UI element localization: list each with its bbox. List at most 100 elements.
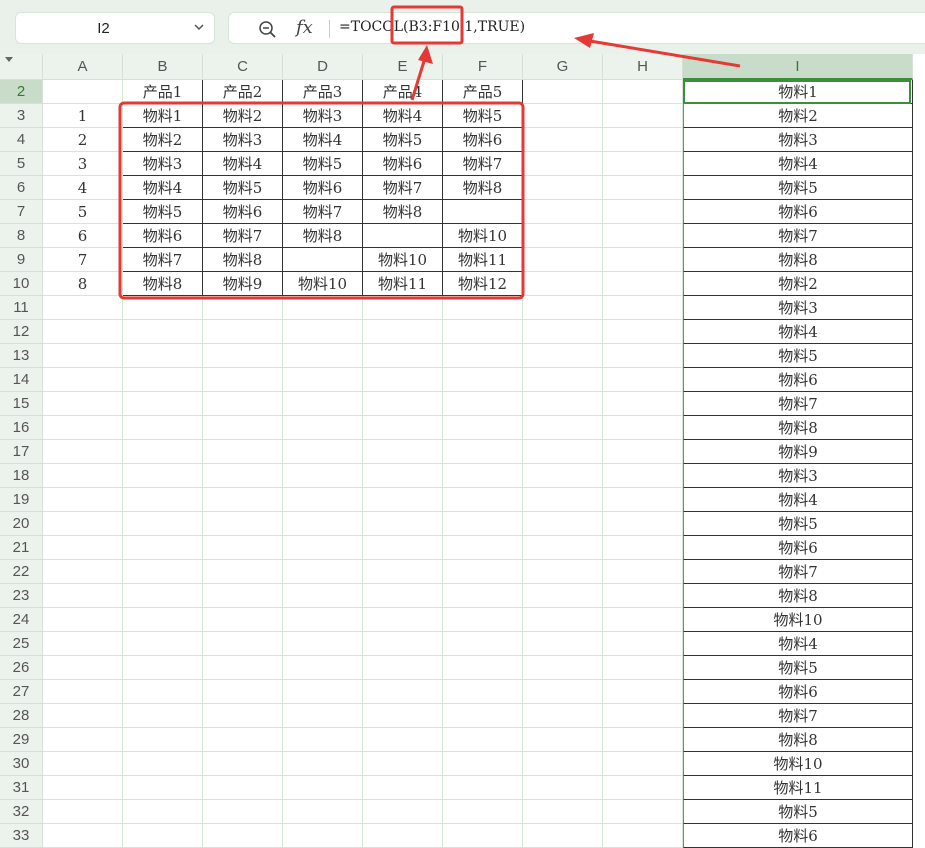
cell-a12[interactable] <box>43 320 123 344</box>
cell-d11[interactable] <box>283 296 363 320</box>
cell-e24[interactable] <box>363 608 443 632</box>
row-header-24[interactable]: 24 <box>0 608 43 632</box>
table-cell[interactable] <box>443 200 523 224</box>
table-cell[interactable]: 物料3 <box>203 128 283 152</box>
table-cell[interactable]: 物料5 <box>283 152 363 176</box>
cell-g27[interactable] <box>523 680 603 704</box>
row-header-28[interactable]: 28 <box>0 704 43 728</box>
fx-icon[interactable]: fx <box>296 17 313 38</box>
result-cell[interactable]: 物料5 <box>683 800 913 824</box>
cell-h24[interactable] <box>603 608 683 632</box>
cell-e20[interactable] <box>363 512 443 536</box>
cell-g24[interactable] <box>523 608 603 632</box>
row-header-25[interactable]: 25 <box>0 632 43 656</box>
cell-e25[interactable] <box>363 632 443 656</box>
cell-d13[interactable] <box>283 344 363 368</box>
cell-h27[interactable] <box>603 680 683 704</box>
result-cell[interactable]: 物料4 <box>683 488 913 512</box>
row-header-8[interactable]: 8 <box>0 224 43 248</box>
cell-h22[interactable] <box>603 560 683 584</box>
cell-g33[interactable] <box>523 824 603 848</box>
cell-e18[interactable] <box>363 464 443 488</box>
table-cell[interactable]: 7 <box>43 248 123 272</box>
cell-a29[interactable] <box>43 728 123 752</box>
cell-g21[interactable] <box>523 536 603 560</box>
table-header-cell[interactable]: 产品2 <box>203 80 283 104</box>
cell-f27[interactable] <box>443 680 523 704</box>
table-header-cell[interactable]: 产品5 <box>443 80 523 104</box>
table-cell[interactable]: 物料4 <box>283 128 363 152</box>
table-cell[interactable]: 物料8 <box>123 272 203 296</box>
table-cell[interactable] <box>283 248 363 272</box>
cell-h10[interactable] <box>603 272 683 296</box>
cell-h16[interactable] <box>603 416 683 440</box>
cell-g4[interactable] <box>523 128 603 152</box>
column-header-g[interactable]: G <box>523 54 603 80</box>
cell-h26[interactable] <box>603 656 683 680</box>
cell-f33[interactable] <box>443 824 523 848</box>
cell-a17[interactable] <box>43 440 123 464</box>
cell-h25[interactable] <box>603 632 683 656</box>
table-cell[interactable]: 物料6 <box>123 224 203 248</box>
table-cell[interactable]: 物料10 <box>443 224 523 248</box>
cell-e23[interactable] <box>363 584 443 608</box>
chevron-down-icon[interactable] <box>192 19 206 35</box>
cell-g3[interactable] <box>523 104 603 128</box>
cell-a19[interactable] <box>43 488 123 512</box>
cell-g17[interactable] <box>523 440 603 464</box>
cell-d32[interactable] <box>283 800 363 824</box>
cell-c32[interactable] <box>203 800 283 824</box>
table-cell[interactable]: 物料9 <box>203 272 283 296</box>
cell-b32[interactable] <box>123 800 203 824</box>
row-header-6[interactable]: 6 <box>0 176 43 200</box>
cell-a20[interactable] <box>43 512 123 536</box>
cell-f26[interactable] <box>443 656 523 680</box>
cell-b12[interactable] <box>123 320 203 344</box>
cell-a23[interactable] <box>43 584 123 608</box>
cell-h30[interactable] <box>603 752 683 776</box>
cell-h20[interactable] <box>603 512 683 536</box>
cell-d22[interactable] <box>283 560 363 584</box>
cell-g26[interactable] <box>523 656 603 680</box>
cell-b24[interactable] <box>123 608 203 632</box>
table-cell[interactable]: 物料5 <box>363 128 443 152</box>
result-cell[interactable]: 物料11 <box>683 776 913 800</box>
column-header-i[interactable]: I <box>683 54 913 80</box>
row-header-18[interactable]: 18 <box>0 464 43 488</box>
cell-d19[interactable] <box>283 488 363 512</box>
cell-b30[interactable] <box>123 752 203 776</box>
cell-c23[interactable] <box>203 584 283 608</box>
cell-f15[interactable] <box>443 392 523 416</box>
table-cell[interactable]: 物料4 <box>203 152 283 176</box>
cell-c30[interactable] <box>203 752 283 776</box>
row-header-20[interactable]: 20 <box>0 512 43 536</box>
row-header-10[interactable]: 10 <box>0 272 43 296</box>
table-header-cell[interactable] <box>43 80 123 104</box>
cell-a15[interactable] <box>43 392 123 416</box>
cell-h12[interactable] <box>603 320 683 344</box>
cell-g11[interactable] <box>523 296 603 320</box>
row-header-31[interactable]: 31 <box>0 776 43 800</box>
cell-b18[interactable] <box>123 464 203 488</box>
cell-b28[interactable] <box>123 704 203 728</box>
cell-d12[interactable] <box>283 320 363 344</box>
table-cell[interactable]: 物料12 <box>443 272 523 296</box>
cell-g12[interactable] <box>523 320 603 344</box>
cell-g9[interactable] <box>523 248 603 272</box>
row-header-4[interactable]: 4 <box>0 128 43 152</box>
cell-g30[interactable] <box>523 752 603 776</box>
table-cell[interactable]: 物料4 <box>363 104 443 128</box>
table-cell[interactable] <box>363 224 443 248</box>
table-cell[interactable]: 物料2 <box>203 104 283 128</box>
row-header-14[interactable]: 14 <box>0 368 43 392</box>
cell-a30[interactable] <box>43 752 123 776</box>
result-cell[interactable]: 物料9 <box>683 440 913 464</box>
cell-a32[interactable] <box>43 800 123 824</box>
cell-b15[interactable] <box>123 392 203 416</box>
cell-g16[interactable] <box>523 416 603 440</box>
cell-c33[interactable] <box>203 824 283 848</box>
table-cell[interactable]: 4 <box>43 176 123 200</box>
row-header-3[interactable]: 3 <box>0 104 43 128</box>
cell-h28[interactable] <box>603 704 683 728</box>
table-cell[interactable]: 3 <box>43 152 123 176</box>
